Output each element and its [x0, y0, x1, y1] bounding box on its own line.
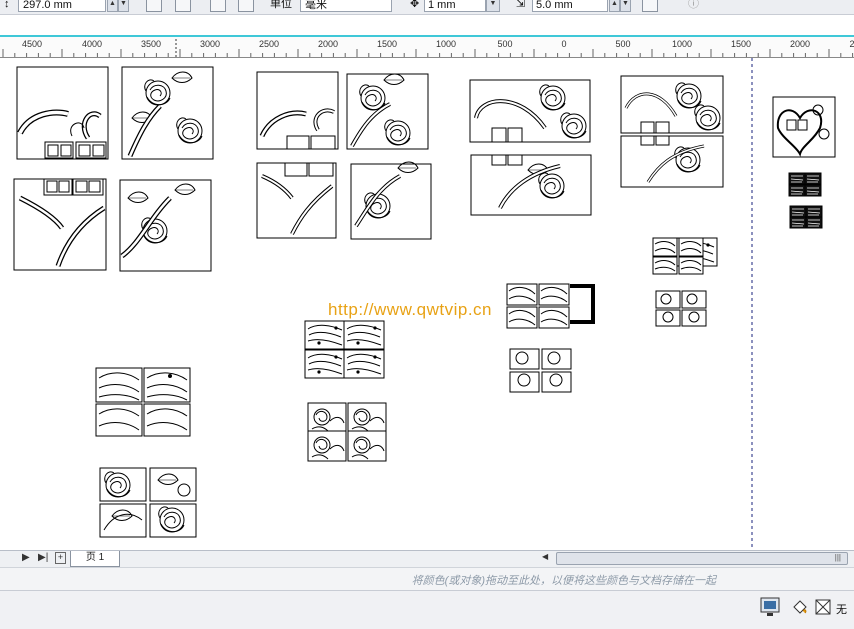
panel-group-c[interactable] — [469, 79, 592, 216]
drawing-canvas[interactable]: http://www.qwtvip.cn — [0, 58, 854, 550]
ruler-label: 500 — [497, 39, 513, 49]
ruler-label: 2 — [849, 39, 854, 49]
ruler-label: 2000 — [317, 39, 339, 49]
tile-group-k[interactable] — [307, 402, 387, 462]
page-height-icon: ↕ — [4, 0, 10, 10]
last-page-icon[interactable]: ▶| — [38, 552, 48, 563]
info-icon: ⓘ — [688, 0, 699, 10]
ruler-label: 2000 — [789, 39, 811, 49]
units-label: 单位 — [270, 0, 292, 10]
page-height-spinner[interactable]: ▲ — [107, 0, 118, 12]
scroll-left-icon[interactable]: ◀ — [542, 552, 548, 561]
options-button[interactable] — [642, 0, 658, 12]
status-bar: 无 — [0, 590, 854, 629]
ruler-label: 0 — [561, 39, 567, 49]
tile-group-h[interactable] — [506, 283, 595, 329]
ruler-label: 4500 — [21, 39, 43, 49]
panel-group-d[interactable] — [620, 75, 724, 188]
tile-group-l[interactable] — [95, 367, 191, 437]
ruler-label: 1000 — [671, 39, 693, 49]
add-page-icon[interactable]: + — [55, 552, 66, 564]
scrollbar-thumb[interactable]: ||| — [556, 552, 848, 565]
ruler-label: 1500 — [376, 39, 398, 49]
horizontal-scrollbar[interactable]: ◀ ||| — [540, 552, 854, 565]
panel-group-b[interactable] — [256, 71, 432, 240]
ruler-label: 1000 — [435, 39, 457, 49]
fill-bucket-icon[interactable] — [792, 599, 808, 615]
page-tab-1[interactable]: 页 1 — [70, 551, 120, 567]
ruler-label: 1500 — [730, 39, 752, 49]
tile-group-j[interactable] — [304, 320, 385, 379]
portrait-button[interactable] — [146, 0, 162, 12]
duplicate-distance-spinner-down[interactable]: ▼ — [620, 0, 631, 12]
duplicate-distance-value: 5.0 mm — [536, 0, 573, 11]
fill-status-text: 无 — [836, 604, 847, 616]
nudge-value: 1 mm — [428, 0, 456, 11]
nudge-spinner[interactable]: ▼ — [486, 0, 500, 12]
current-page-button[interactable] — [238, 0, 254, 12]
horizontal-ruler[interactable]: 4500 4000 3500 3000 2500 2000 1500 1000 … — [0, 37, 854, 58]
nudge-icon: ✥ — [410, 0, 420, 10]
duplicate-distance-field[interactable]: 5.0 mm — [532, 0, 608, 12]
panel-group-e[interactable] — [772, 96, 836, 229]
watermark-text: http://www.qwtvip.cn — [328, 300, 493, 319]
ruler-label: 2500 — [258, 39, 280, 49]
ruler-label: 500 — [615, 39, 631, 49]
document-palette[interactable]: 将颜色(或对象)拖动至此处，以便将这些颜色与文档存储在一起 — [0, 567, 854, 590]
property-bar: ↕ 297.0 mm ▲ ▼ 单位 毫米 ✥ 1 mm ▼ ⇲ 5.0 mm ▲… — [0, 0, 854, 15]
no-fill-icon[interactable] — [815, 599, 831, 615]
all-pages-button[interactable] — [210, 0, 226, 12]
tile-group-f[interactable] — [652, 237, 718, 275]
prev-page-icon[interactable]: ▶ — [22, 552, 30, 563]
nudge-field[interactable]: 1 mm — [424, 0, 486, 12]
tile-group-i[interactable] — [509, 348, 572, 393]
palette-hint: 将颜色(或对象)拖动至此处，以便将这些颜色与文档存储在一起 — [411, 575, 716, 587]
units-select[interactable]: 毫米 — [300, 0, 392, 12]
page-height-field[interactable]: 297.0 mm — [18, 0, 106, 12]
monitor-icon[interactable] — [760, 597, 780, 617]
panel-group-a[interactable] — [13, 66, 214, 272]
landscape-button[interactable] — [175, 0, 191, 12]
duplicate-distance-spinner[interactable]: ▲ — [609, 0, 620, 12]
ruler-ticks — [2, 39, 854, 57]
units-value: 毫米 — [305, 0, 327, 11]
scroll-grip-icon: ||| — [834, 553, 841, 562]
duplicate-distance-icon: ⇲ — [516, 0, 526, 10]
page-height-value: 297.0 mm — [23, 0, 72, 11]
tile-group-g[interactable] — [655, 290, 707, 327]
ruler-label: 4000 — [81, 39, 103, 49]
page-height-spinner-down[interactable]: ▼ — [118, 0, 129, 12]
ruler-label: 3000 — [199, 39, 221, 49]
tile-group-m[interactable] — [99, 467, 197, 538]
ruler-label: 3500 — [140, 39, 162, 49]
